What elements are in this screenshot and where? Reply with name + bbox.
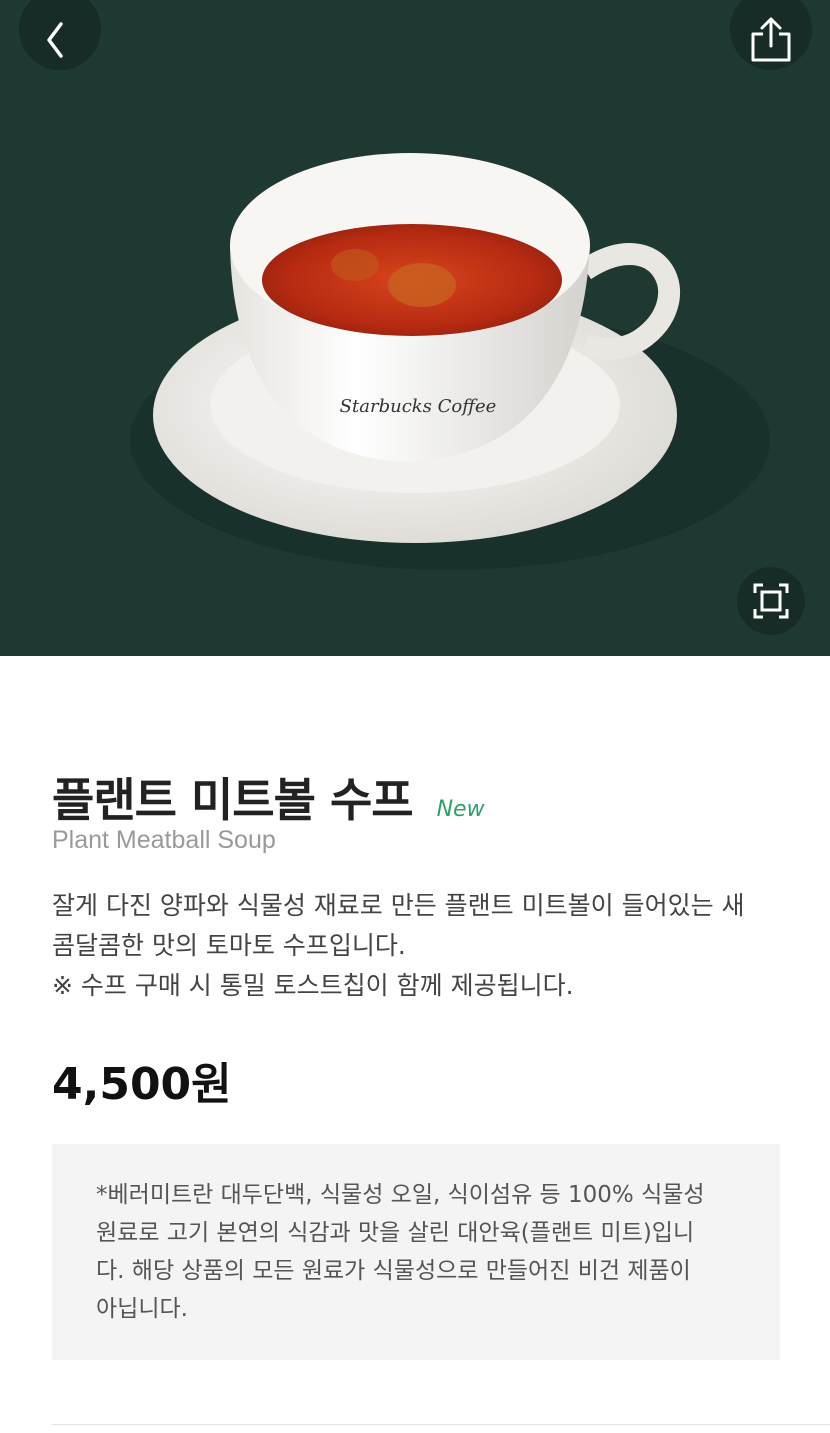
info-note-box: *베러미트란 대두단백, 식물성 오일, 식이섬유 등 100% 식물성 원료로… bbox=[52, 1144, 780, 1360]
description-line: ※ 수프 구매 시 통밀 토스트칩이 함께 제공됩니다. bbox=[52, 971, 574, 1000]
product-image-area: Starbucks Coffee bbox=[0, 0, 830, 656]
zoom-button[interactable] bbox=[737, 567, 805, 635]
product-english-name: Plant Meatball Soup bbox=[52, 826, 276, 854]
note-line: 아닙니다. bbox=[96, 1296, 188, 1322]
divider bbox=[52, 1424, 830, 1425]
product-description: 잘게 다진 양파와 식물성 재료로 만든 플랜트 미트볼이 들어있는 새 콤달콤… bbox=[52, 886, 792, 1006]
cup-print-text: Starbucks Coffee bbox=[340, 396, 497, 417]
description-line: 콤달콤한 맛의 토마토 수프입니다. bbox=[52, 931, 406, 960]
product-price: 4,500원 bbox=[52, 1059, 232, 1110]
expand-icon bbox=[753, 583, 789, 619]
product-title: 플랜트 미트볼 수프 bbox=[52, 773, 414, 827]
title-row: 플랜트 미트볼 수프 New bbox=[52, 764, 485, 830]
note-line: 다. 해당 상품의 모든 원료가 식물성으로 만들어진 비건 제품이 bbox=[96, 1258, 691, 1284]
share-icon bbox=[751, 17, 791, 62]
chevron-left-icon bbox=[47, 22, 63, 58]
description-line: 잘게 다진 양파와 식물성 재료로 만든 플랜트 미트볼이 들어있는 새 bbox=[52, 891, 745, 920]
note-line: 원료로 고기 본연의 식감과 맛을 살린 대안육(플랜트 미트)입니 bbox=[96, 1220, 695, 1246]
note-line: *베러미트란 대두단백, 식물성 오일, 식이섬유 등 100% 식물성 bbox=[96, 1182, 705, 1208]
product-photo: Starbucks Coffee bbox=[130, 153, 770, 570]
new-badge: New bbox=[436, 797, 485, 822]
